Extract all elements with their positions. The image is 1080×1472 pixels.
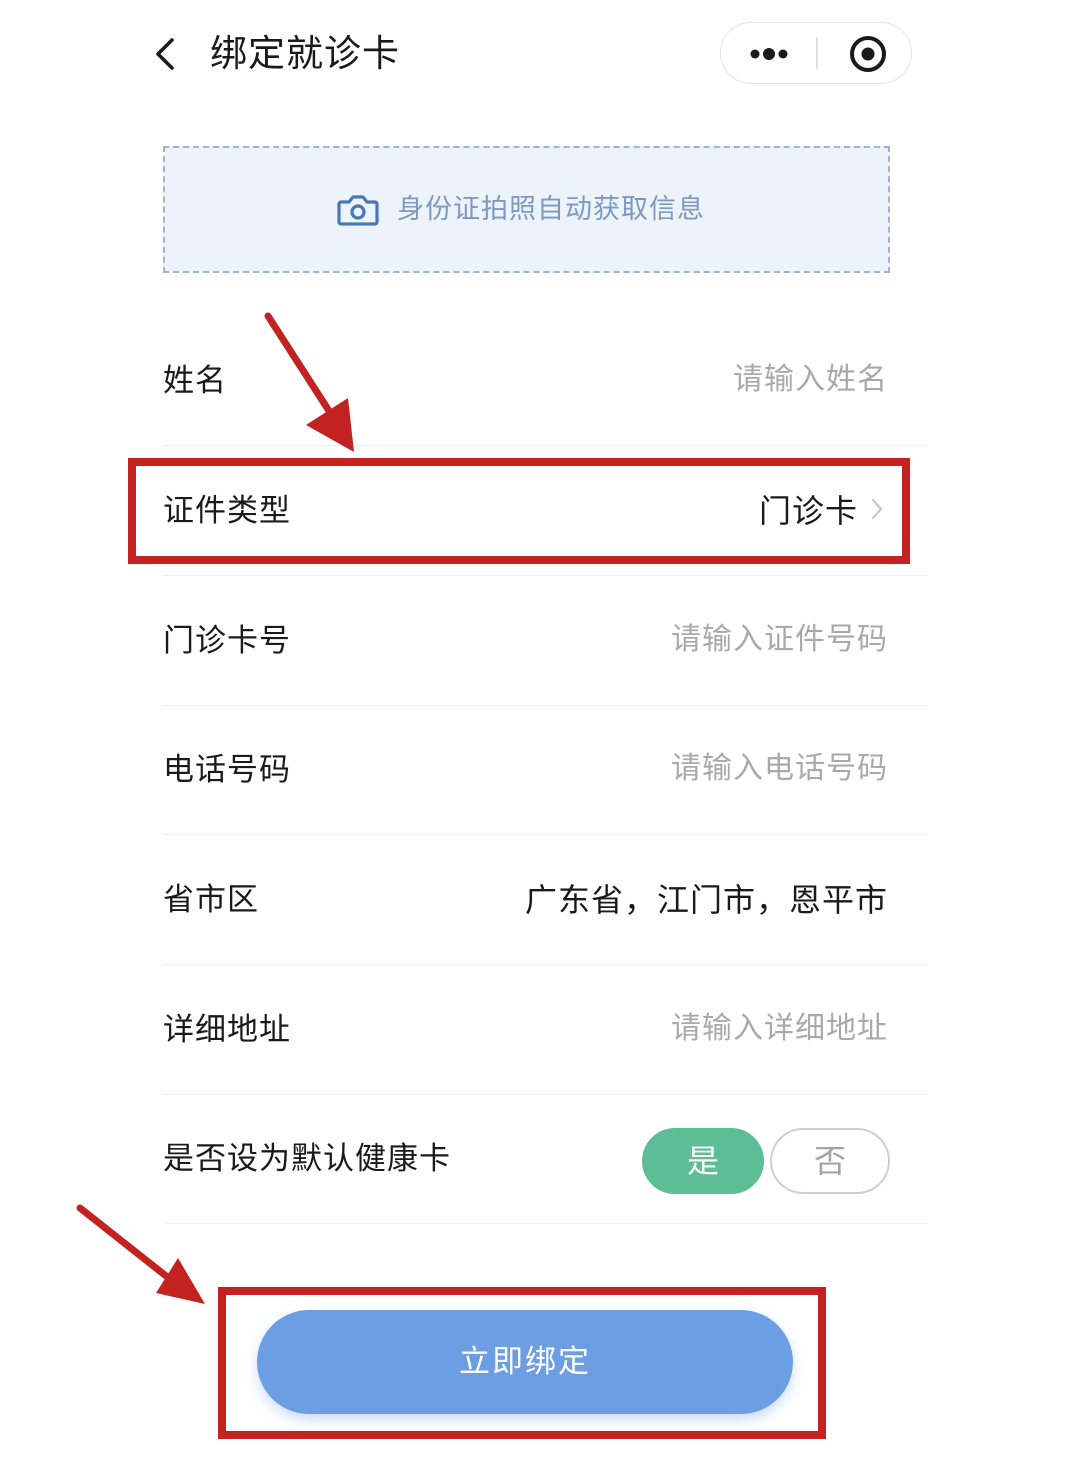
- address-label: 详细地址: [163, 1012, 291, 1048]
- card-number-input[interactable]: [458, 614, 888, 664]
- page-title: 绑定就诊卡: [210, 32, 400, 75]
- id-photo-label: 身份证拍照自动获取信息: [397, 194, 705, 225]
- back-button[interactable]: [140, 28, 192, 80]
- phone-label: 电话号码: [163, 752, 291, 788]
- camera-icon: [337, 195, 379, 226]
- target-close-icon: [850, 36, 886, 72]
- card-number-label: 门诊卡号: [163, 623, 291, 659]
- id-type-label: 证件类型: [163, 493, 291, 529]
- form-row-id-type[interactable]: 证件类型 门诊卡: [163, 446, 928, 576]
- close-button[interactable]: [818, 23, 911, 83]
- form-row-address: 详细地址: [163, 965, 928, 1095]
- region-label: 省市区: [163, 882, 259, 918]
- region-value: 广东省，江门市，恩平市: [524, 881, 888, 919]
- name-label: 姓名: [163, 363, 227, 399]
- name-input[interactable]: [458, 354, 888, 404]
- id-photo-capture-button[interactable]: 身份证拍照自动获取信息: [163, 146, 890, 273]
- address-input[interactable]: [458, 1003, 888, 1053]
- phone-input[interactable]: [458, 743, 888, 793]
- id-type-value: 门诊卡: [758, 492, 858, 530]
- default-yes-toggle[interactable]: 是: [642, 1128, 764, 1194]
- bind-now-button[interactable]: 立即绑定: [257, 1310, 793, 1414]
- form-row-card-number: 门诊卡号: [163, 576, 928, 706]
- form-row-region[interactable]: 省市区 广东省，江门市，恩平市: [163, 835, 928, 965]
- form-row-phone: 电话号码: [163, 705, 928, 835]
- form-row-default-card: 是否设为默认健康卡 是 否: [163, 1094, 928, 1224]
- nav-header: 绑定就诊卡: [0, 0, 1080, 110]
- default-no-toggle[interactable]: 否: [770, 1128, 890, 1194]
- default-card-label: 是否设为默认健康卡: [163, 1141, 451, 1177]
- chevron-right-icon: [871, 498, 883, 520]
- chevron-left-icon: [156, 38, 174, 70]
- more-dots-icon: [750, 48, 788, 60]
- more-button[interactable]: [721, 23, 816, 83]
- form-row-name: 姓名: [163, 316, 928, 446]
- mini-program-capsule: [720, 22, 912, 84]
